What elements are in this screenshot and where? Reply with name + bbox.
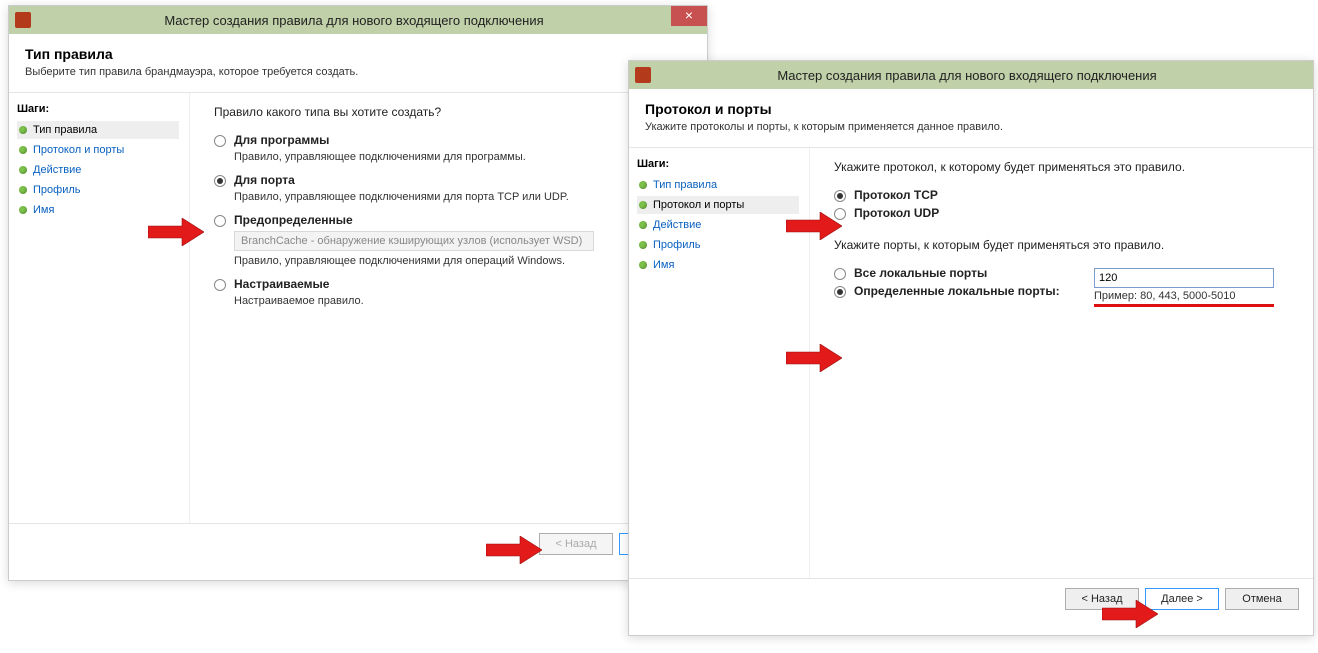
radio-custom[interactable]: Настраиваемые	[214, 277, 689, 291]
radio-program-desc: Правило, управляющее подключениями для п…	[234, 151, 689, 163]
window-title: Мастер создания правила для нового входя…	[657, 68, 1313, 83]
page-heading: Тип правила	[25, 46, 691, 62]
firewall-icon	[635, 67, 651, 83]
step-rule-type[interactable]: Тип правила	[637, 176, 799, 194]
titlebar[interactable]: Мастер создания правила для нового входя…	[629, 61, 1313, 89]
wizard-content: Укажите протокол, к которому будет приме…	[809, 148, 1313, 578]
predefined-combobox[interactable]: BranchCache - обнаружение кэширующих узл…	[234, 231, 594, 251]
radio-udp[interactable]: Протокол UDP	[834, 206, 1295, 220]
back-button[interactable]: < Назад	[539, 533, 613, 555]
radio-program[interactable]: Для программы	[214, 133, 689, 147]
bullet-icon	[19, 126, 27, 134]
wizard-steps: Шаги: Тип правила Протокол и порты Дейст…	[9, 93, 189, 523]
step-name[interactable]: Имя	[17, 201, 179, 219]
steps-label: Шаги:	[637, 158, 799, 170]
radio-icon	[834, 190, 846, 202]
radio-icon	[214, 279, 226, 291]
radio-port-desc: Правило, управляющее подключениями для п…	[234, 191, 689, 203]
step-profile[interactable]: Профиль	[637, 236, 799, 254]
port-example: Пример: 80, 443, 5000-5010	[1094, 290, 1295, 302]
annotation-underline	[1094, 304, 1274, 307]
radio-icon	[214, 175, 226, 187]
page-subheading: Выберите тип правила брандмауэра, которо…	[25, 66, 691, 78]
radio-predefined[interactable]: Предопределенные	[214, 213, 689, 227]
wizard-footer: < Назад Далее > Отмена	[629, 578, 1313, 618]
step-protocol-ports[interactable]: Протокол и порты	[637, 196, 799, 214]
wizard-header: Тип правила Выберите тип правила брандма…	[9, 34, 707, 93]
cancel-button[interactable]: Отмена	[1225, 588, 1299, 610]
page-subheading: Укажите протоколы и порты, к которым при…	[645, 121, 1297, 133]
steps-label: Шаги:	[17, 103, 179, 115]
titlebar[interactable]: Мастер создания правила для нового входя…	[9, 6, 707, 34]
step-protocol-ports[interactable]: Протокол и порты	[17, 141, 179, 159]
bullet-icon	[639, 201, 647, 209]
port-field-group: Пример: 80, 443, 5000-5010	[1094, 268, 1295, 307]
wizard-window-protocol-ports: Мастер создания правила для нового входя…	[628, 60, 1314, 636]
bullet-icon	[19, 206, 27, 214]
bullet-icon	[19, 186, 27, 194]
bullet-icon	[639, 261, 647, 269]
radio-icon	[214, 215, 226, 227]
wizard-header: Протокол и порты Укажите протоколы и пор…	[629, 89, 1313, 148]
back-button[interactable]: < Назад	[1065, 588, 1139, 610]
bullet-icon	[639, 181, 647, 189]
next-button[interactable]: Далее >	[1145, 588, 1219, 610]
radio-icon	[834, 286, 846, 298]
radio-predefined-desc: Правило, управляющее подключениями для о…	[234, 255, 689, 267]
radio-port[interactable]: Для порта	[214, 173, 689, 187]
radio-tcp[interactable]: Протокол TCP	[834, 188, 1295, 202]
prompt-rule-type: Правило какого типа вы хотите создать?	[214, 105, 689, 119]
port-input[interactable]	[1094, 268, 1274, 288]
wizard-steps: Шаги: Тип правила Протокол и порты Дейст…	[629, 148, 809, 578]
radio-icon	[834, 208, 846, 220]
window-title: Мастер создания правила для нового входя…	[37, 13, 707, 28]
bullet-icon	[19, 146, 27, 154]
bullet-icon	[639, 221, 647, 229]
wizard-window-rule-type: Мастер создания правила для нового входя…	[8, 5, 708, 581]
radio-icon	[834, 268, 846, 280]
step-name[interactable]: Имя	[637, 256, 799, 274]
step-action[interactable]: Действие	[17, 161, 179, 179]
close-button[interactable]: ×	[671, 6, 707, 26]
bullet-icon	[19, 166, 27, 174]
prompt-ports: Укажите порты, к которым будет применять…	[834, 238, 1295, 252]
prompt-protocol: Укажите протокол, к которому будет приме…	[834, 160, 1295, 174]
bullet-icon	[639, 241, 647, 249]
step-profile[interactable]: Профиль	[17, 181, 179, 199]
page-heading: Протокол и порты	[645, 101, 1297, 117]
radio-custom-desc: Настраиваемое правило.	[234, 295, 689, 307]
step-rule-type[interactable]: Тип правила	[17, 121, 179, 139]
radio-icon	[214, 135, 226, 147]
wizard-footer: < Назад Далее >	[9, 523, 707, 563]
firewall-icon	[15, 12, 31, 28]
step-action[interactable]: Действие	[637, 216, 799, 234]
